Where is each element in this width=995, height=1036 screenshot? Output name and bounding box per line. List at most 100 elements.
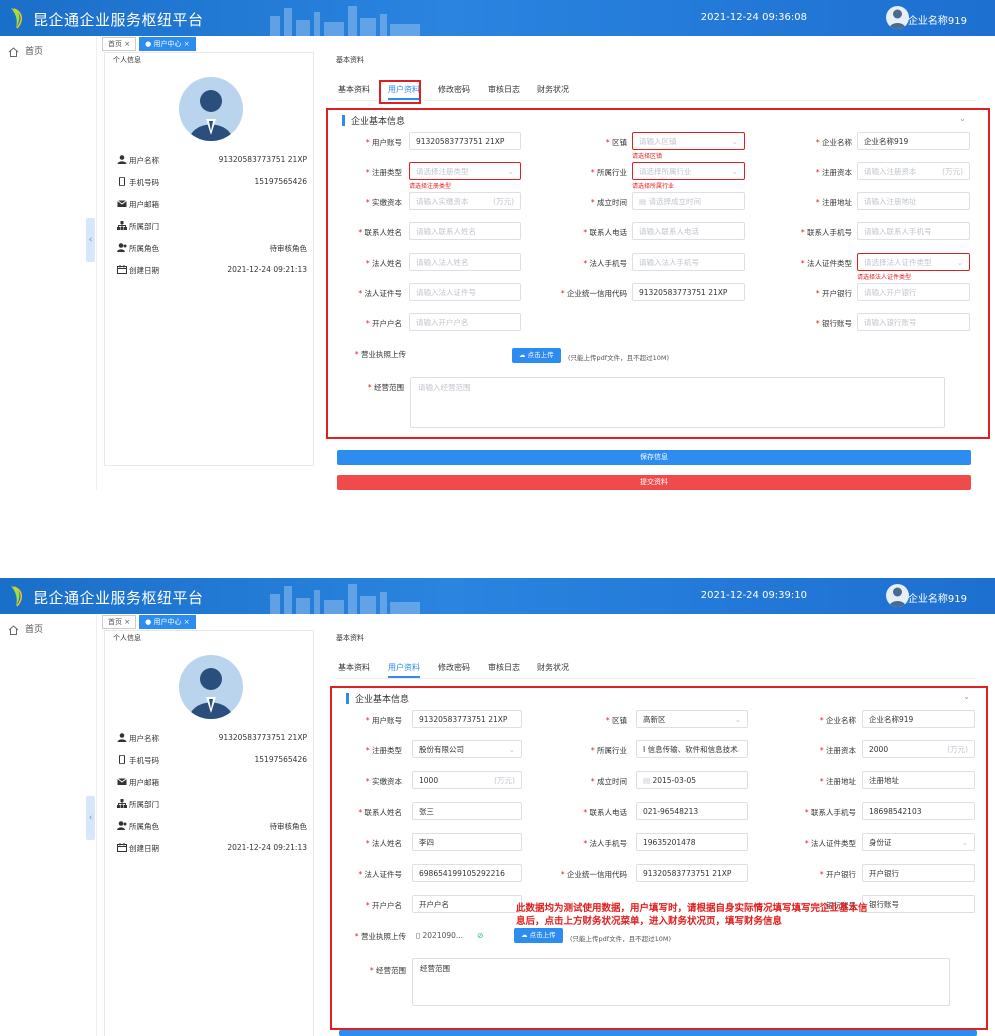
sidebar-collapse-button[interactable]: ‹	[86, 796, 95, 840]
chevron-down-icon: ⌄	[961, 838, 968, 847]
tab-password[interactable]: 修改密码	[438, 84, 470, 95]
sidebar-collapse-button[interactable]: ‹	[86, 218, 95, 262]
industry-select[interactable]: I 信息传输、软件和信息技术 ⌄	[636, 740, 748, 758]
bank-input[interactable]: 请输入开户银行	[857, 283, 970, 301]
upload-button[interactable]: ☁ 点击上传	[512, 348, 561, 363]
chevron-down-icon[interactable]: ⌄	[959, 114, 966, 123]
tag-home[interactable]: 首页 ×	[102, 615, 137, 629]
tag-user-center-close-icon[interactable]: ×	[184, 618, 190, 626]
company-input[interactable]: 企业名称919	[862, 710, 975, 728]
label-scope: * 经营范围	[367, 383, 404, 392]
phone-icon	[119, 177, 125, 186]
account-input[interactable]: 91320583773751 21XP	[409, 132, 521, 150]
tag-user-center[interactable]: ● 用户中心 ×	[139, 37, 196, 51]
legal-id-type-select[interactable]: 请选择法人证件类型 ⌄	[857, 253, 970, 271]
home-icon	[8, 46, 19, 57]
upload-button[interactable]: ☁ 点击上传	[514, 928, 563, 943]
industry-placeholder: 请选择所属行业	[639, 167, 692, 176]
bank-input[interactable]: 开户银行	[862, 864, 975, 882]
legal-mobile-input[interactable]: 19635201478	[636, 833, 748, 851]
profile-avatar-icon	[179, 655, 243, 719]
contact-phone-input[interactable]: 021-96548213	[636, 802, 748, 820]
nav-item-home[interactable]: 首页	[8, 622, 43, 635]
tab-finance[interactable]: 财务状况	[537, 662, 569, 673]
tag-home-label: 首页	[108, 40, 122, 48]
tab-finance[interactable]: 财务状况	[537, 84, 569, 95]
paid-capital-input[interactable]: 请输入实缴资本 (万元)	[409, 192, 521, 210]
tag-home[interactable]: 首页 ×	[102, 37, 137, 51]
tab-audit-log[interactable]: 审核日志	[488, 662, 520, 673]
account-input[interactable]: 91320583773751 21XP	[412, 710, 522, 728]
tab-basic[interactable]: 基本资料	[338, 84, 370, 95]
reg-address-input[interactable]: 注册地址	[862, 771, 975, 789]
tag-home-label: 首页	[108, 618, 122, 626]
label-reg-type: * 注册类型	[365, 746, 402, 755]
account-name-input[interactable]: 开户户名	[412, 895, 522, 913]
est-date-picker[interactable]: ▤ 2015-03-05	[636, 771, 748, 789]
legal-id-type-select[interactable]: 身份证 ⌄	[862, 833, 975, 851]
company-input[interactable]: 企业名称919	[857, 132, 970, 150]
tab-password[interactable]: 修改密码	[438, 662, 470, 673]
save-button[interactable]: 保存信息	[337, 450, 971, 465]
credit-code-input[interactable]: 91320583773751 21XP	[636, 864, 748, 882]
tab-audit-log[interactable]: 审核日志	[488, 84, 520, 95]
tab-user-info[interactable]: 用户资料	[388, 662, 420, 673]
bank-account-input[interactable]: 银行账号	[862, 895, 975, 913]
label-paid-capital: * 实缴资本	[365, 198, 402, 207]
label-reg-address: * 注册地址	[815, 198, 852, 207]
tag-user-center[interactable]: ● 用户中心 ×	[139, 615, 196, 629]
save-button-partial[interactable]	[339, 1030, 977, 1036]
reg-address-input[interactable]: 请输入注册地址	[857, 192, 970, 210]
account-name-input[interactable]: 请输入开户户名	[409, 313, 521, 331]
label-legal-mobile: * 法人手机号	[583, 259, 627, 268]
chevron-down-icon[interactable]: ⌄	[963, 692, 970, 701]
district-select[interactable]: 高新区 ⌄	[636, 710, 748, 728]
scope-textarea[interactable]: 请输入经营范围	[410, 377, 945, 428]
tab-basic[interactable]: 基本资料	[338, 662, 370, 673]
uploaded-file[interactable]: ▯ 2021090... ⊘	[416, 931, 483, 940]
unit-suffix: (万元)	[493, 197, 514, 206]
district-error: 请选择区镇	[632, 153, 663, 160]
label-est-date: * 成立时间	[590, 198, 627, 207]
unit-suffix: (万元)	[494, 776, 515, 785]
contact-name-input[interactable]: 张三	[412, 802, 522, 820]
credit-code-input[interactable]: 91320583773751 21XP	[632, 283, 745, 301]
reg-capital-input[interactable]: 2000 (万元)	[862, 740, 975, 758]
label-district: * 区镇	[605, 138, 627, 147]
est-date-placeholder: 请选择成立时间	[648, 197, 701, 206]
profile-row-role: 所属角色 待审核角色	[117, 243, 307, 259]
legal-name-input[interactable]: 李四	[412, 833, 522, 851]
est-date-picker[interactable]: ▤ 请选择成立时间	[632, 192, 745, 210]
scope-textarea[interactable]: 经营范围	[412, 958, 950, 1006]
nav-item-home[interactable]: 首页	[8, 44, 43, 57]
tag-home-close-icon[interactable]: ×	[124, 40, 130, 48]
reg-type-select[interactable]: 股份有限公司 ⌄	[412, 740, 522, 758]
submit-button[interactable]: 提交资料	[337, 475, 971, 490]
legal-id-no-input[interactable]: 请输入法人证件号	[409, 283, 521, 301]
reg-capital-input[interactable]: 请输入注册资本 (万元)	[857, 162, 970, 180]
contact-name-input[interactable]: 请输入联系人姓名	[409, 222, 521, 240]
bank-account-input[interactable]: 请输入银行账号	[857, 313, 970, 331]
paid-capital-input[interactable]: 1000 (万元)	[412, 771, 522, 789]
contact-mobile-input[interactable]: 请输入联系人手机号	[857, 222, 970, 240]
user-avatar-icon[interactable]	[886, 584, 909, 607]
district-select[interactable]: 请输入区镇 ⌄	[632, 132, 745, 150]
reg-type-select[interactable]: 请选择注册类型 ⌄	[409, 162, 521, 180]
industry-select[interactable]: 请选择所属行业 ⌄	[632, 162, 745, 180]
user-name[interactable]: 企业名称919	[908, 590, 967, 605]
contact-phone-input[interactable]: 请输入联系人电话	[632, 222, 745, 240]
label-legal-id-no: * 法人证件号	[358, 289, 402, 298]
user-name[interactable]: 企业名称919	[908, 12, 967, 27]
legal-mobile-input[interactable]: 请输入法人手机号	[632, 253, 745, 271]
legal-name-input[interactable]: 请输入法人姓名	[409, 253, 521, 271]
section-title: 企业基本信息	[342, 114, 405, 127]
user-avatar-icon[interactable]	[886, 6, 909, 29]
label-account-name: * 开户户名	[365, 901, 402, 910]
label-account-name: * 开户户名	[365, 319, 402, 328]
legal-id-no-input[interactable]: 698654199105292216	[412, 864, 522, 882]
profile-label: 用户邮箱	[129, 778, 159, 787]
tag-home-close-icon[interactable]: ×	[124, 618, 130, 626]
contact-mobile-input[interactable]: 18698542103	[862, 802, 975, 820]
app-logo-icon	[11, 586, 22, 607]
tag-user-center-close-icon[interactable]: ×	[184, 40, 190, 48]
